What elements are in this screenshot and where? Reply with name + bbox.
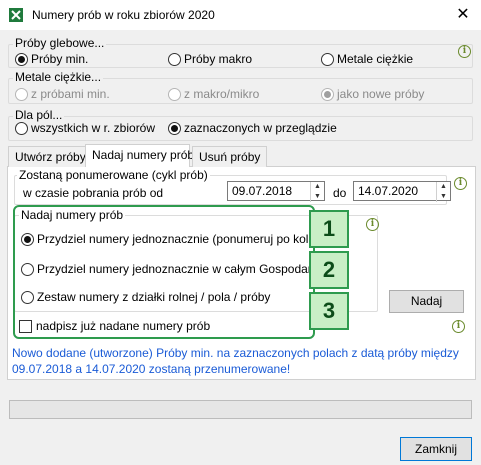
- badge-3: 3: [309, 292, 349, 330]
- date-from-spinner[interactable]: ▲ ▼: [310, 182, 324, 202]
- radio-proby-makro[interactable]: Próby makro: [168, 52, 252, 66]
- radio-z-probami-min: z próbami min.: [15, 87, 110, 101]
- badge-2: 2: [309, 251, 349, 289]
- nadaj-button[interactable]: Nadaj: [389, 290, 464, 313]
- info-icon[interactable]: i: [452, 320, 465, 333]
- radio-z-makro-mikro: z makro/mikro: [168, 87, 259, 101]
- close-icon[interactable]: ✕: [448, 2, 478, 28]
- radio-wszystkich[interactable]: wszystkich w r. zbiorów: [15, 121, 155, 135]
- radio-jako-nowe-proby: jako nowe próby: [321, 87, 424, 101]
- do-label: do: [333, 186, 347, 200]
- info-message: Nowo dodane (utworzone) Próby min. na za…: [12, 346, 459, 376]
- info-icon[interactable]: i: [458, 45, 471, 58]
- tab-nadaj-numery[interactable]: Nadaj numery prób: [85, 144, 194, 167]
- date-to-spinner[interactable]: ▲ ▼: [436, 182, 450, 202]
- radio-metale-ciezkie[interactable]: Metale ciężkie: [321, 52, 413, 66]
- radio-zaznaczonych[interactable]: zaznaczonych w przeglądzie: [168, 121, 337, 135]
- progress-bar: [9, 400, 472, 419]
- zamknij-button[interactable]: Zamknij: [400, 437, 472, 461]
- date-from-input[interactable]: 09.07.2018 ▲ ▼: [227, 181, 325, 202]
- title-bar: Numery prób w roku zbiorów 2020 ✕: [0, 0, 481, 30]
- radio-proby-min[interactable]: Próby min.: [15, 52, 88, 66]
- app-icon: [9, 8, 23, 22]
- highlight-box: [13, 205, 315, 339]
- metale-legend: Metale ciężkie...: [13, 70, 104, 84]
- cykl-legend: Zostaną ponumerowane (cykl prób): [17, 168, 210, 182]
- tab-usun-proby[interactable]: Usuń próby: [192, 146, 268, 167]
- proby-glebowe-legend: Próby glebowe...: [13, 36, 107, 50]
- cykl-label: w czasie pobrania prób od: [23, 186, 164, 200]
- dla-pol-legend: Dla pól...: [13, 108, 65, 122]
- badge-1: 1: [309, 210, 349, 248]
- date-to-input[interactable]: 14.07.2020 ▲ ▼: [353, 181, 451, 202]
- window-title: Numery prób w roku zbiorów 2020: [32, 8, 215, 22]
- info-icon[interactable]: i: [366, 218, 379, 231]
- tab-utworz-proby[interactable]: Utwórz próby: [8, 146, 93, 167]
- info-icon[interactable]: i: [454, 177, 467, 190]
